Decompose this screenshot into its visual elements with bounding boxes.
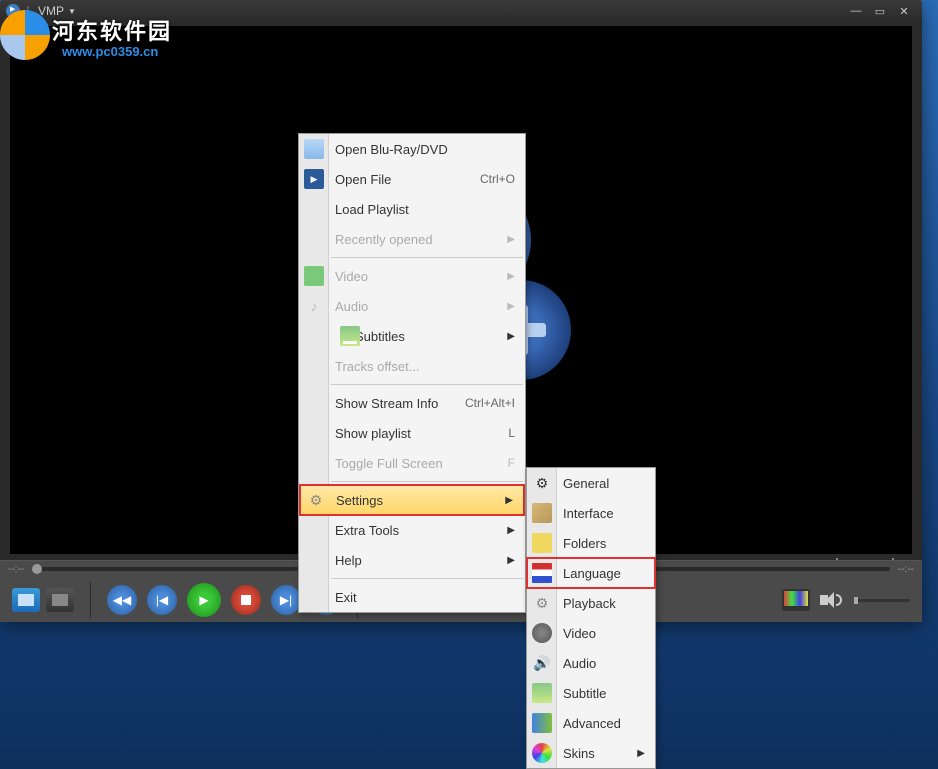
menu-audio: ♪ Audio ▶	[299, 291, 525, 321]
menu-extra-tools[interactable]: Extra Tools ▶	[299, 515, 525, 545]
context-menu: Open Blu-Ray/DVD ▶ Open File Ctrl+O Load…	[298, 133, 526, 613]
language-flag-icon	[532, 563, 552, 583]
menu-exit[interactable]: Exit	[299, 582, 525, 612]
playback-icon: ⚙	[532, 593, 552, 613]
audio-settings-icon: 🔊	[532, 653, 552, 673]
time-elapsed: --:--	[8, 564, 24, 575]
menu-show-playlist[interactable]: Show playlist L	[299, 418, 525, 448]
submenu-folders[interactable]: Folders	[527, 528, 655, 558]
menu-toggle-fullscreen: Toggle Full Screen F	[299, 448, 525, 478]
video-settings-icon	[532, 623, 552, 643]
time-remaining: --:--	[898, 564, 914, 575]
play-button[interactable]: ▶	[187, 583, 221, 617]
tv-icon[interactable]	[782, 589, 810, 611]
general-icon: ⚙	[532, 473, 552, 493]
volume-slider[interactable]	[854, 599, 910, 602]
video-icon	[304, 266, 324, 286]
menu-open-bluray[interactable]: Open Blu-Ray/DVD	[299, 134, 525, 164]
settings-submenu: ⚙ General Interface Folders Language ⚙ P…	[526, 467, 656, 769]
normal-view-button[interactable]	[12, 588, 40, 612]
submenu-audio[interactable]: 🔊 Audio	[527, 648, 655, 678]
watermark-url: www.pc0359.cn	[62, 44, 158, 59]
menu-help[interactable]: Help ▶	[299, 545, 525, 575]
prev-button[interactable]: |◀	[147, 585, 177, 615]
subtitles-icon	[340, 326, 360, 346]
submenu-video[interactable]: Video	[527, 618, 655, 648]
folders-icon	[532, 533, 552, 553]
advanced-icon	[532, 713, 552, 733]
stop-button[interactable]	[231, 585, 261, 615]
menu-load-playlist[interactable]: Load Playlist	[299, 194, 525, 224]
minimize-button[interactable]: —	[844, 3, 868, 19]
menu-show-stream-info[interactable]: Show Stream Info Ctrl+Alt+I	[299, 388, 525, 418]
submenu-playback[interactable]: ⚙ Playback	[527, 588, 655, 618]
interface-icon	[532, 503, 552, 523]
subtitle-settings-icon	[532, 683, 552, 703]
submenu-general[interactable]: ⚙ General	[527, 468, 655, 498]
watermark-text: 河东软件园	[52, 14, 172, 46]
menu-recently-opened: Recently opened ▶	[299, 224, 525, 254]
maximize-button[interactable]: ▭	[868, 3, 892, 19]
menu-subtitles[interactable]: Subtitles ▶	[299, 321, 525, 351]
volume-icon[interactable]	[820, 590, 844, 610]
file-icon: ▶	[304, 169, 324, 189]
submenu-advanced[interactable]: Advanced	[527, 708, 655, 738]
skins-icon	[532, 743, 552, 763]
submenu-subtitle[interactable]: Subtitle	[527, 678, 655, 708]
gear-icon: ⚙	[306, 490, 326, 510]
rewind-button[interactable]: ◀◀	[107, 585, 137, 615]
watermark: 河东软件园 www.pc0359.cn	[0, 4, 182, 66]
submenu-interface[interactable]: Interface	[527, 498, 655, 528]
next-button[interactable]: ▶|	[271, 585, 301, 615]
fullscreen-button[interactable]	[46, 588, 74, 612]
audio-icon: ♪	[304, 296, 324, 316]
menu-open-file[interactable]: ▶ Open File Ctrl+O	[299, 164, 525, 194]
watermark-logo-icon	[0, 10, 50, 60]
submenu-skins[interactable]: Skins ▶	[527, 738, 655, 768]
close-button[interactable]: ✕	[892, 3, 916, 19]
menu-video: Video ▶	[299, 261, 525, 291]
menu-tracks-offset: Tracks offset...	[299, 351, 525, 381]
menu-settings[interactable]: ⚙ Settings ▶	[300, 485, 524, 515]
submenu-language[interactable]: Language	[527, 558, 655, 588]
bluray-icon	[304, 139, 324, 159]
